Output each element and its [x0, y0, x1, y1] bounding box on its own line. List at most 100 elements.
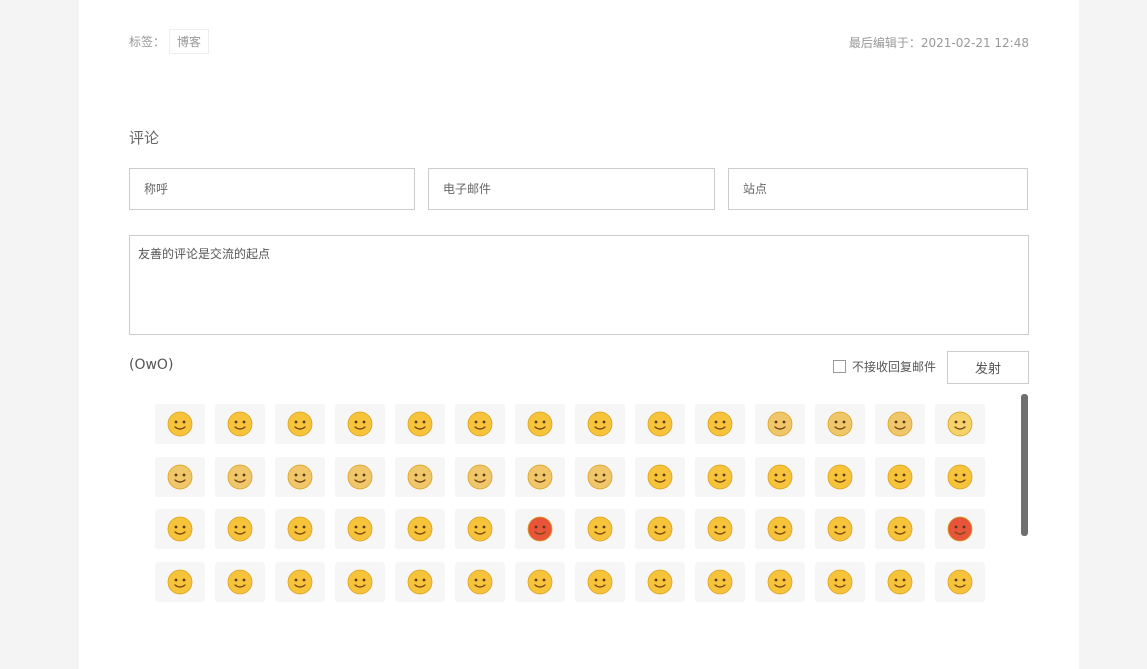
emoji-item[interactable]	[935, 509, 985, 549]
rock-hand-icon	[707, 464, 733, 489]
emoji-item[interactable]	[395, 404, 445, 444]
emoji-toggle[interactable]: (OwO)	[129, 357, 173, 373]
emoji-item[interactable]	[155, 404, 205, 444]
tag-link[interactable]: 博客	[169, 28, 210, 54]
emoji-item[interactable]	[755, 509, 805, 549]
emoji-item[interactable]	[695, 404, 745, 444]
slight-smile-icon	[647, 464, 673, 489]
emoji-panel-scrollbar[interactable]	[1021, 394, 1028, 536]
emoji-item[interactable]	[815, 561, 865, 602]
green-sick-icon	[947, 569, 973, 594]
emoji-item[interactable]	[455, 404, 505, 444]
tags-row: 标签： 博客	[129, 28, 210, 54]
emoji-item[interactable]	[695, 456, 745, 497]
emoji-item[interactable]	[695, 561, 745, 602]
emoji-item[interactable]	[875, 456, 925, 497]
angry-teeth-icon	[527, 516, 553, 542]
emoji-item[interactable]	[575, 456, 625, 497]
crying-laughing-icon	[167, 411, 193, 437]
emoji-item[interactable]	[635, 456, 685, 497]
scream-icon	[587, 569, 613, 594]
emoji-item[interactable]	[875, 509, 925, 549]
doge-wink-icon	[887, 411, 913, 437]
emoji-item[interactable]	[635, 404, 685, 444]
comment-textarea[interactable]	[129, 235, 1029, 335]
emoji-item[interactable]	[455, 561, 505, 602]
emoji-item[interactable]	[395, 509, 445, 549]
grimace-icon	[287, 569, 313, 594]
emoji-item[interactable]	[695, 509, 745, 549]
dizzy-icon	[527, 569, 553, 594]
emoji-item[interactable]	[395, 561, 445, 602]
emoji-item[interactable]	[215, 561, 265, 602]
comment-section-title: 评论	[129, 129, 160, 147]
mail-notify-option[interactable]: 不接收回复邮件	[833, 358, 936, 375]
emoji-item[interactable]	[755, 404, 805, 444]
emoji-item[interactable]	[155, 456, 205, 497]
happy-icon	[347, 516, 373, 542]
emoji-item[interactable]	[515, 404, 565, 444]
doge-sleepy-icon	[347, 464, 373, 489]
emoji-item[interactable]	[455, 456, 505, 497]
emoji-item[interactable]	[275, 456, 325, 497]
emoji-item[interactable]	[335, 509, 385, 549]
vomit-icon	[827, 516, 853, 542]
cold-sweat-icon	[587, 516, 613, 542]
emoji-item[interactable]	[575, 509, 625, 549]
doge-question-icon	[827, 411, 853, 437]
post-page: 标签： 博客 最后编辑于：2021-02-21 12:48 评论 (OwO) 不…	[79, 0, 1079, 669]
emoji-item[interactable]	[455, 509, 505, 549]
tags-label: 标签：	[129, 34, 166, 49]
mail-notify-label: 不接收回复邮件	[852, 360, 937, 374]
yawn-icon	[587, 411, 613, 437]
puppy-eyes-icon	[227, 516, 253, 542]
emoji-item[interactable]	[875, 561, 925, 602]
wail-icon	[407, 569, 433, 594]
emoji-item[interactable]	[275, 404, 325, 444]
emoji-item[interactable]	[815, 404, 865, 444]
emoji-item[interactable]	[755, 561, 805, 602]
emoji-item[interactable]	[575, 561, 625, 602]
emoji-item[interactable]	[815, 509, 865, 549]
doge-sweat-icon	[227, 464, 253, 489]
emoji-item[interactable]	[755, 456, 805, 497]
last-edited-text: 最后编辑于：2021-02-21 12:48	[848, 36, 1029, 50]
emoji-item[interactable]	[335, 561, 385, 602]
emoji-item[interactable]	[815, 456, 865, 497]
emoji-item[interactable]	[155, 561, 205, 602]
website-input[interactable]	[728, 168, 1028, 210]
emoji-item[interactable]	[395, 456, 445, 497]
emoji-item[interactable]	[515, 456, 565, 497]
sob-icon	[707, 516, 733, 542]
question-icon	[467, 569, 493, 594]
emoji-item[interactable]	[515, 509, 565, 549]
emoji-item[interactable]	[875, 404, 925, 444]
emoji-item[interactable]	[335, 404, 385, 444]
emoji-item[interactable]	[275, 561, 325, 602]
sleepy-icon	[767, 569, 793, 594]
emoji-item[interactable]	[215, 404, 265, 444]
nickname-input[interactable]	[129, 168, 415, 210]
doge-kiss-icon	[767, 411, 793, 437]
emoji-item[interactable]	[935, 456, 985, 497]
emoji-item[interactable]	[515, 561, 565, 602]
email-input[interactable]	[428, 168, 715, 210]
emoji-item[interactable]	[335, 456, 385, 497]
emoji-item[interactable]	[275, 509, 325, 549]
doge-green-hat-icon	[287, 464, 313, 489]
emoji-item[interactable]	[935, 404, 985, 444]
emoji-item[interactable]	[215, 456, 265, 497]
squint-laugh-icon	[887, 464, 913, 489]
emoji-item[interactable]	[635, 561, 685, 602]
yum-icon	[767, 464, 793, 489]
emoji-item[interactable]	[215, 509, 265, 549]
emoji-item[interactable]	[155, 509, 205, 549]
hand-over-mouth-icon	[287, 516, 313, 542]
emoji-item[interactable]	[635, 509, 685, 549]
mail-notify-checkbox[interactable]	[833, 360, 846, 373]
submit-button[interactable]: 发射	[947, 351, 1029, 384]
emoji-item[interactable]	[575, 404, 625, 444]
doge-hmm-icon	[527, 464, 553, 489]
emoji-item[interactable]	[935, 561, 985, 602]
doge-cry-icon	[587, 464, 613, 489]
